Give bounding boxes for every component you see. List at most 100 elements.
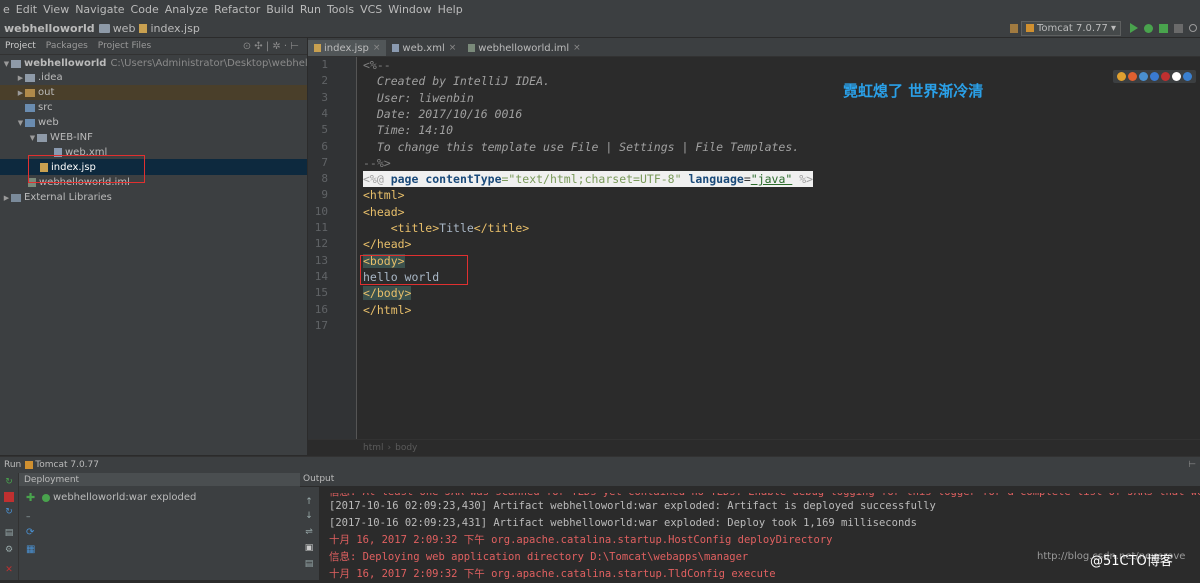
menu-help[interactable]: Help [435,3,466,16]
deploy-add-icon[interactable]: ✚ [26,491,35,504]
tab-project-files[interactable]: Project Files [93,41,156,51]
breadcrumb-index[interactable]: index.jsp [139,21,200,35]
line-number: 4 [321,106,328,120]
opera-icon[interactable] [1161,72,1170,81]
hammer-icon[interactable] [1010,23,1018,33]
code-line: <head> [363,204,405,219]
code-line: User: liwenbin [363,90,474,105]
search-everywhere-icon[interactable] [1189,24,1197,32]
tree-node-label: webhelloworld [24,58,107,69]
yandex-icon[interactable] [1172,72,1181,81]
tab-iml[interactable]: webhelloworld.iml × [462,40,586,56]
line-number: 9 [321,188,328,202]
annotation-highlight-box [360,255,468,285]
breadcrumb-web-label: web [112,21,136,35]
close-icon[interactable]: ✕ [4,565,14,575]
menu-vcs[interactable]: VCS [357,3,385,16]
scroll-down-icon[interactable]: ↓ [304,511,314,521]
minimize-icon[interactable]: ⊢ [1188,460,1196,470]
tree-node-external-libraries[interactable]: ▶ External Libraries [2,190,112,205]
menu-window[interactable]: Window [385,3,434,16]
breadcrumb-index-label: index.jsp [150,21,200,35]
dump-threads-icon[interactable]: ▤ [4,528,14,538]
chrome-icon[interactable] [1117,72,1126,81]
code-line: Time: 14:10 [363,123,454,138]
stop-icon[interactable] [1174,23,1183,33]
line-number: 15 [314,286,328,300]
tree-node-label: out [38,87,55,98]
ie-icon[interactable] [1150,72,1159,81]
safari-icon[interactable] [1139,72,1148,81]
close-icon[interactable]: × [373,43,381,53]
code-line: </body> [363,285,412,301]
menu-build[interactable]: Build [263,3,297,16]
panel-settings-icon[interactable]: ⊙ ✣ | ✲ · ⊢ [243,41,299,52]
menu-view[interactable]: View [40,3,72,16]
tree-node-idea[interactable]: ▶ .idea [16,70,63,85]
code-editor[interactable]: <%-- Created by IntelliJ IDEA. User: liw… [356,57,1200,439]
soft-wrap-icon[interactable]: ⇌ [304,527,314,537]
print-icon[interactable]: ▤ [304,559,314,569]
line-number: 1 [321,58,328,71]
menu-analyze[interactable]: Analyze [162,3,211,16]
tab-web-xml[interactable]: web.xml × [386,40,462,56]
edge-icon[interactable] [1183,72,1192,81]
tomcat-icon [25,461,34,469]
tab-packages[interactable]: Packages [41,41,93,51]
folder-icon [25,73,35,82]
deploy-artifact-icon[interactable]: ▦ [26,544,35,555]
update-icon[interactable]: ↻ [4,507,14,517]
run-icon[interactable] [1130,23,1138,33]
deploy-refresh-icon[interactable]: ⟳ [26,527,34,538]
menu-tools[interactable]: Tools [324,3,357,16]
log-line: 信息: Deploying web application directory … [329,551,749,563]
menu-code[interactable]: Code [128,3,162,16]
log-line: 十月 16, 2017 2:09:32 下午 org.apache.catali… [329,534,833,546]
coverage-icon[interactable] [1159,23,1168,33]
tree-node-out[interactable]: ▶ out [0,85,307,100]
menu-refactor[interactable]: Refactor [211,3,263,16]
tree-node-label: web [38,117,59,128]
tree-node-web-inf[interactable]: ▼ WEB-INF [28,130,93,145]
line-number: 10 [314,204,328,218]
rerun-icon[interactable]: ↻ [4,477,14,487]
breadcrumb-body[interactable]: body [395,443,417,453]
overlay-text: 霓虹熄了 世界渐冷清 [843,82,984,100]
tab-project[interactable]: Project [0,41,41,51]
tab-index-jsp[interactable]: index.jsp × [308,40,387,56]
line-number-gutter: 1 2 3 4 5 6 7 8 9 10 11 12 13 14 15 16 1… [308,57,356,439]
breadcrumb-project[interactable]: webhelloworld [4,22,95,35]
tree-node-root[interactable]: ▼ webhelloworld C:\Users\Administrator\D… [2,56,344,71]
chevron-right-icon: ▶ [17,73,24,82]
deployment-item[interactable]: webhelloworld:war exploded [42,492,196,503]
directive-keyword: page [390,172,419,187]
close-icon[interactable]: × [573,43,581,53]
stop-icon[interactable] [4,492,14,502]
menu-navigate[interactable]: Navigate [72,3,127,16]
breadcrumb-html[interactable]: html [363,443,384,453]
debug-icon[interactable] [1144,23,1153,33]
line-number: 12 [314,237,328,251]
breadcrumb-web[interactable]: web [98,21,136,35]
tree-node-src[interactable]: src [16,100,53,115]
code-token: </title> [473,221,530,235]
line-number: 14 [314,269,328,283]
output-toolbar: ↑ ↓ ⇌ ▣ ▤ [300,487,319,580]
scroll-up-icon[interactable]: ↑ [304,497,314,507]
firefox-icon[interactable] [1128,72,1137,81]
deploy-remove-icon[interactable]: – [26,512,31,522]
menu-file[interactable]: e [0,3,13,16]
code-line: <%-- [363,58,391,72]
menu-run[interactable]: Run [297,3,324,16]
run-config-name[interactable]: Tomcat 7.0.77 [35,460,99,470]
menu-edit[interactable]: Edit [13,3,40,16]
tree-node-web[interactable]: ▼ web [16,115,59,130]
close-icon[interactable]: × [449,43,457,53]
settings-icon[interactable]: ⚙ [4,545,14,555]
line-number: 17 [314,318,328,332]
scroll-to-end-icon[interactable]: ▣ [304,543,314,553]
code-line: Created by IntelliJ IDEA. [363,74,550,89]
run-config-select[interactable]: Tomcat 7.0.77 ▾ [1021,20,1121,36]
output-header: Output [300,473,1200,486]
line-number: 8 [321,172,328,186]
